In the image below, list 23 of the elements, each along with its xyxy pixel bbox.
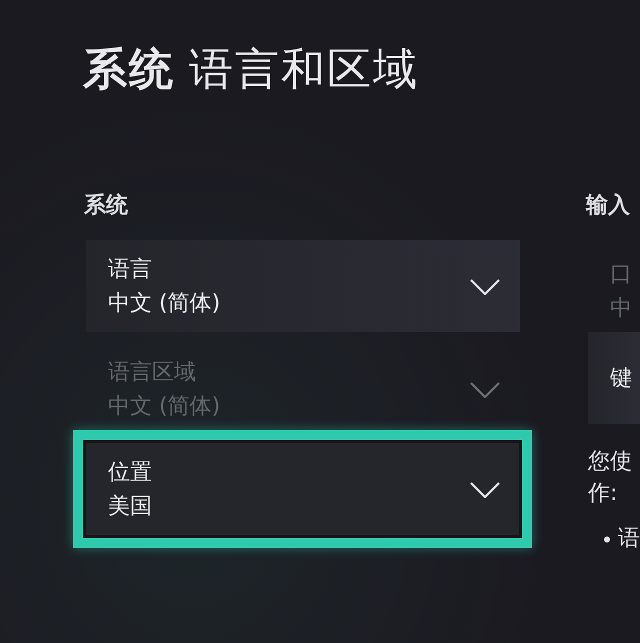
dropdown[interactable]: 语言 中文 (简体) [86,240,520,332]
setting-label: 语言 [108,256,152,284]
chevron-down-icon [470,382,500,398]
setting-label: 键 [610,365,632,393]
setting-value: 中 [610,295,632,323]
setting-card[interactable]: 键 [588,332,640,424]
setting-label: 位置 [108,459,152,487]
dropdown[interactable]: 位置 美国 [73,430,532,548]
group-heading: 输入 [586,192,630,220]
setting-value: 中文 (简体) [108,290,220,318]
page-title: 语言和区域 [189,43,419,97]
bullet-text: 语 [618,525,640,553]
setting-label: 语言区域 [108,359,196,387]
chevron-down-icon [470,279,500,295]
setting-value: 美国 [108,493,152,521]
chevron-down-icon [470,482,500,498]
description-text: 您使 [588,448,632,476]
description-text: 作: [588,480,618,508]
setting-value: 中文 (简体) [108,393,220,421]
bullet-icon [604,536,610,542]
setting-label: 口 [610,261,632,289]
group-heading: 系统 [84,192,128,220]
section-title: 系统 [83,43,175,97]
